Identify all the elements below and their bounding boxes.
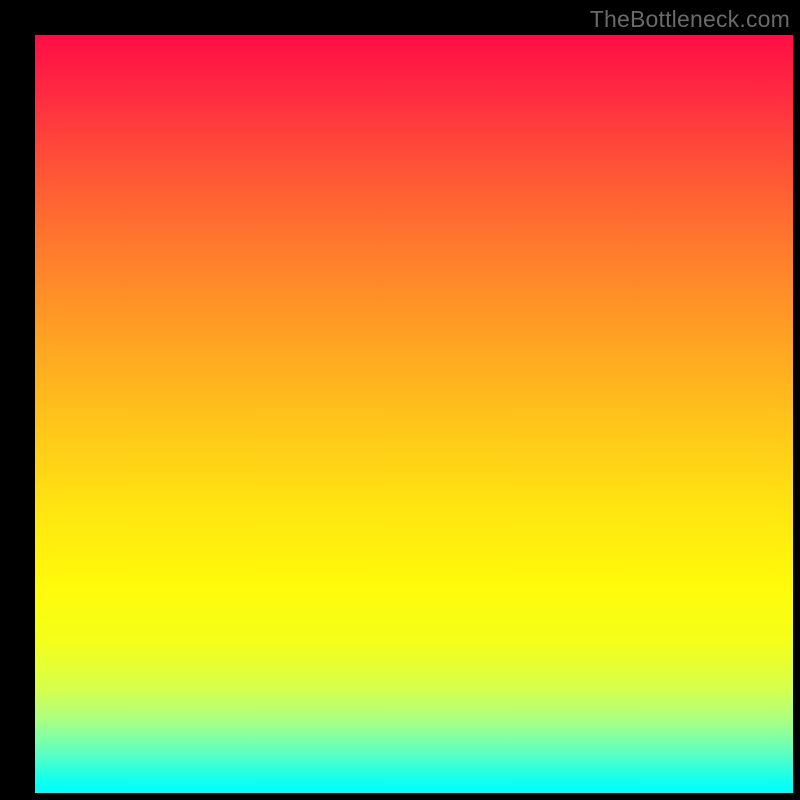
chart-frame: TheBottleneck.com: [0, 0, 800, 800]
background-gradient: [35, 35, 793, 793]
plot-area: [35, 35, 793, 793]
watermark-text: TheBottleneck.com: [590, 6, 790, 33]
